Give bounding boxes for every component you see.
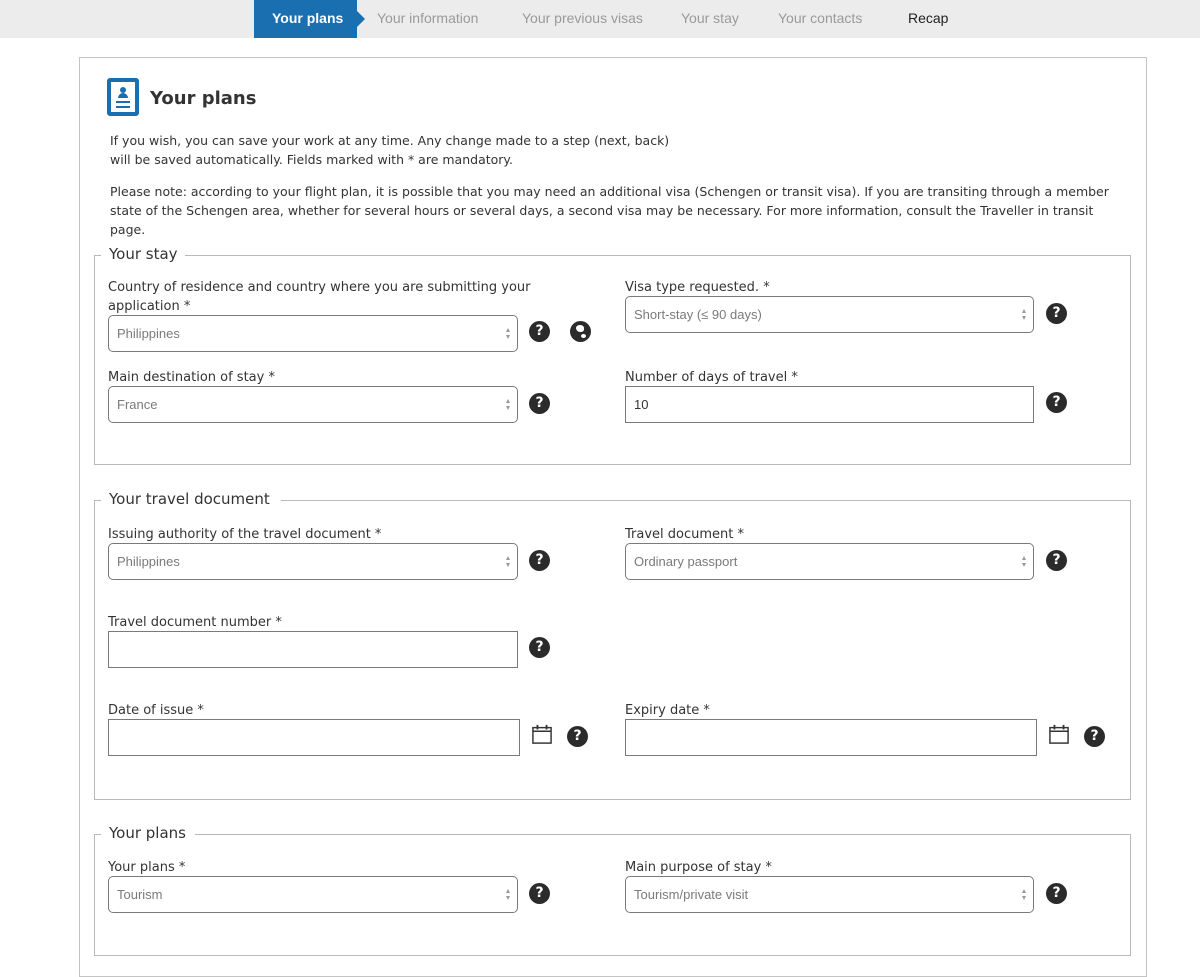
date-issue-label: Date of issue * [108, 703, 204, 718]
help-icon[interactable]: ? [1046, 550, 1067, 571]
help-icon[interactable]: ? [529, 321, 550, 342]
expiry-date-label: Expiry date * [625, 703, 710, 718]
visa-type-value: Short-stay (≤ 90 days) [634, 307, 762, 322]
calendar-icon[interactable] [531, 724, 553, 744]
help-icon[interactable]: ? [567, 726, 588, 747]
visa-type-label: Visa type requested. * [625, 280, 770, 295]
issuing-authority-select[interactable]: Philippines [108, 543, 518, 580]
intro-save-info: If you wish, you can save your work at a… [110, 133, 670, 167]
help-icon[interactable]: ? [1046, 303, 1067, 324]
select-arrows-icon [1022, 889, 1027, 900]
step-navigation: Your plans Your information Your previou… [0, 0, 1200, 38]
your-plans-value: Tourism [117, 887, 163, 902]
country-residence-select[interactable]: Philippines [108, 315, 518, 352]
expiry-date-input[interactable] [625, 719, 1037, 756]
travel-document-value: Ordinary passport [634, 554, 738, 569]
fieldset-legend: Your stay [109, 244, 182, 264]
intro-transit-note: Please note: according to your flight pl… [110, 184, 1109, 237]
select-arrows-icon [506, 399, 511, 410]
main-purpose-value: Tourism/private visit [634, 887, 749, 902]
main-purpose-label: Main purpose of stay * [625, 860, 772, 875]
days-travel-input[interactable]: 10 [625, 386, 1034, 423]
issuing-authority-label: Issuing authority of the travel document… [108, 527, 382, 542]
doc-number-label: Travel document number * [108, 615, 282, 630]
fieldset-legend: Your travel document [109, 489, 274, 509]
date-issue-input[interactable] [108, 719, 520, 756]
main-destination-label: Main destination of stay * [108, 370, 275, 385]
your-plans-label: Your plans * [108, 860, 186, 875]
step-your-contacts[interactable]: Your contacts [778, 0, 862, 38]
step-your-stay[interactable]: Your stay [681, 0, 739, 38]
help-icon[interactable]: ? [529, 393, 550, 414]
country-residence-label: Country of residence and country where y… [108, 280, 531, 314]
main-destination-value: France [117, 397, 158, 412]
days-travel-value: 10 [634, 397, 649, 412]
step-your-previous-visas[interactable]: Your previous visas [522, 0, 643, 38]
doc-number-input[interactable] [108, 631, 518, 668]
help-icon[interactable]: ? [1046, 392, 1067, 413]
step-your-plans[interactable]: Your plans [254, 0, 365, 38]
calendar-icon[interactable] [1048, 724, 1070, 744]
fieldset-legend: Your plans [109, 823, 190, 843]
step-your-information[interactable]: Your information [377, 0, 478, 38]
help-icon[interactable]: ? [529, 637, 550, 658]
select-arrows-icon [506, 556, 511, 567]
help-icon[interactable]: ? [529, 883, 550, 904]
travel-document-select[interactable]: Ordinary passport [625, 543, 1034, 580]
issuing-authority-value: Philippines [117, 554, 180, 569]
page-title: Your plans [150, 88, 257, 109]
main-purpose-select[interactable]: Tourism/private visit [625, 876, 1034, 913]
globe-icon[interactable] [570, 321, 591, 342]
main-destination-select[interactable]: France [108, 386, 518, 423]
select-arrows-icon [506, 328, 511, 339]
step-recap[interactable]: Recap [908, 0, 948, 38]
id-card-icon [107, 78, 139, 116]
your-plans-select[interactable]: Tourism [108, 876, 518, 913]
help-icon[interactable]: ? [1046, 883, 1067, 904]
help-icon[interactable]: ? [1084, 726, 1105, 747]
select-arrows-icon [1022, 309, 1027, 320]
days-travel-label: Number of days of travel * [625, 370, 798, 385]
select-arrows-icon [1022, 556, 1027, 567]
select-arrows-icon [506, 889, 511, 900]
travel-document-label: Travel document * [625, 527, 744, 542]
visa-type-select[interactable]: Short-stay (≤ 90 days) [625, 296, 1034, 333]
country-residence-value: Philippines [117, 326, 180, 341]
help-icon[interactable]: ? [529, 550, 550, 571]
